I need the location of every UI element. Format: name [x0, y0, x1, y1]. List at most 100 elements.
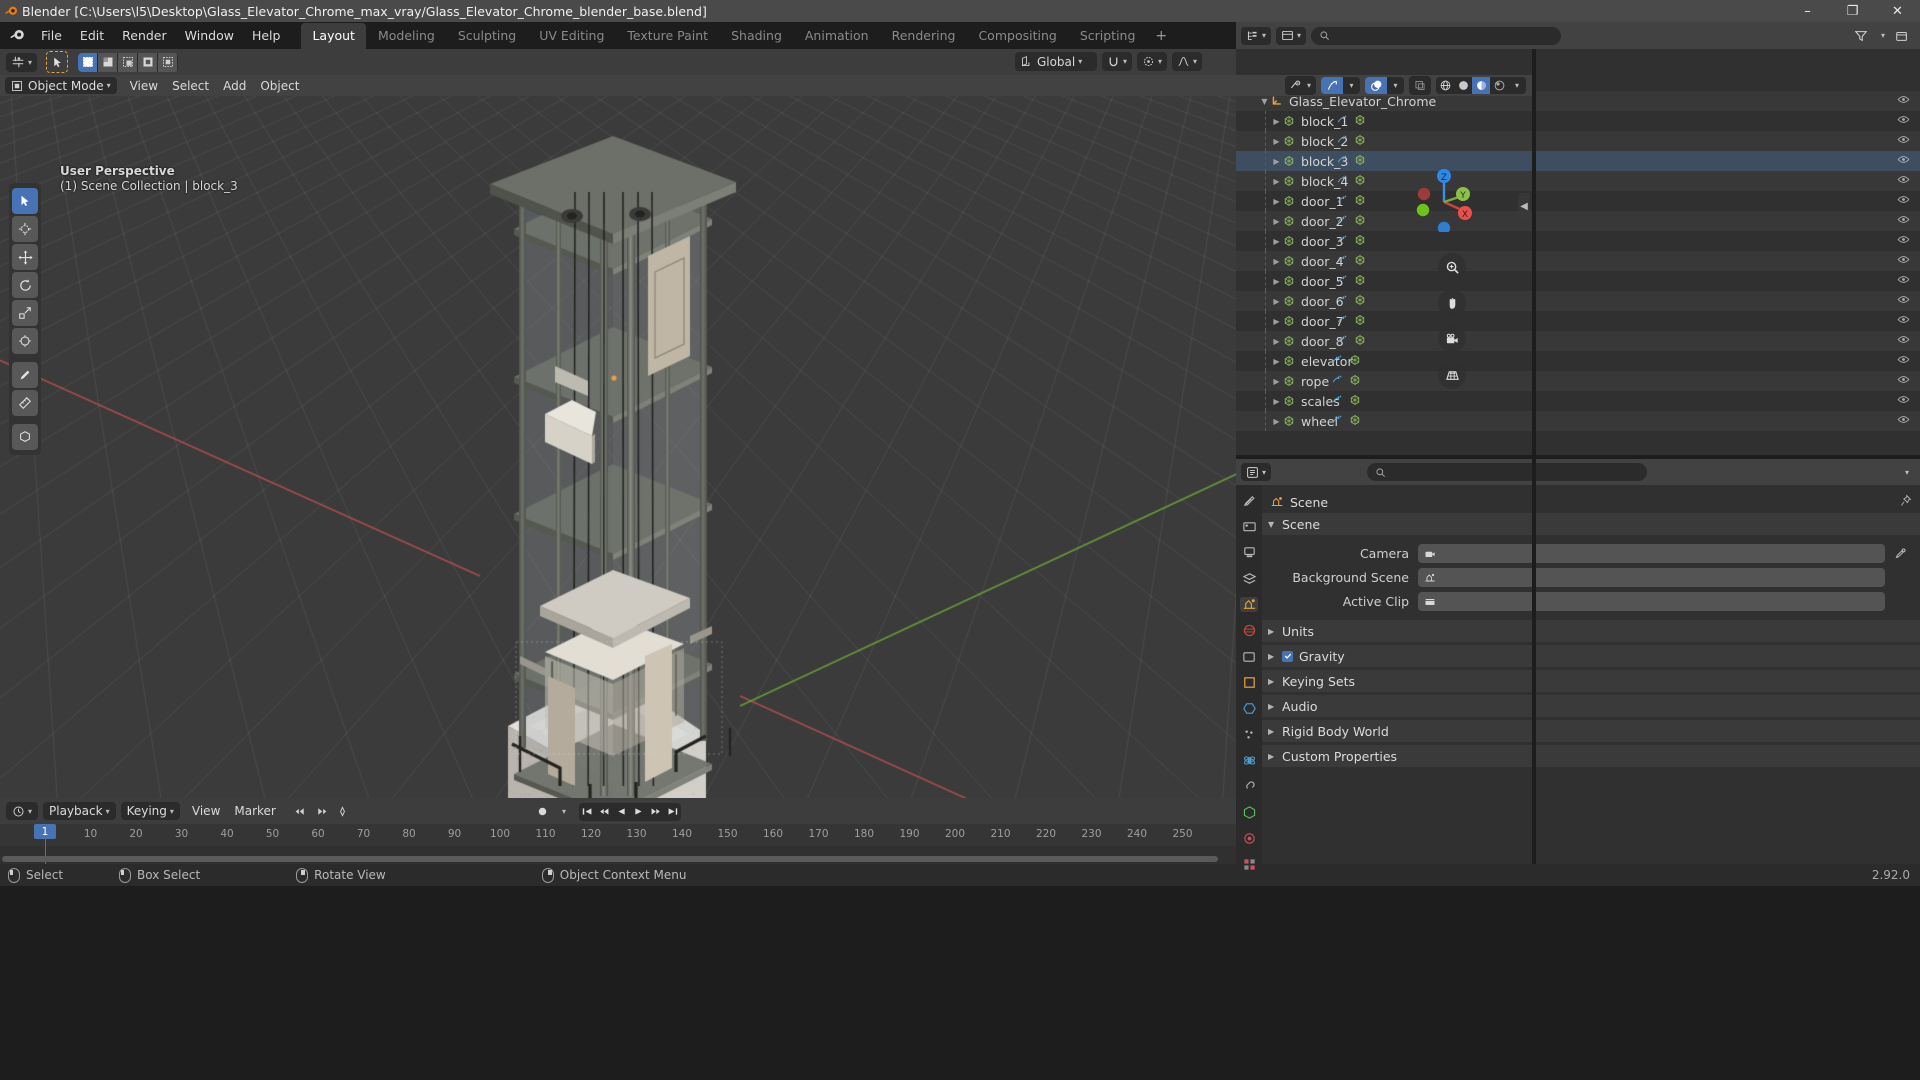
panel-keying-sets[interactable]: ▶ Keying Sets: [1262, 670, 1920, 692]
proportional-editing-button[interactable]: ▾: [1137, 52, 1167, 71]
active-clip-field[interactable]: [1418, 592, 1885, 611]
viewport-navigation-gizmo[interactable]: Z X Y: [1408, 160, 1480, 232]
filter-icon[interactable]: [1852, 26, 1871, 45]
object-triangle-icon[interactable]: ▶: [1270, 337, 1283, 346]
object-modifier-icon[interactable]: [1336, 274, 1348, 289]
outliner-row-door_7[interactable]: ▶ door_7: [1236, 311, 1920, 331]
outliner-row-rope[interactable]: ▶ rope: [1236, 371, 1920, 391]
object-triangle-icon[interactable]: ▶: [1270, 217, 1283, 226]
object-triangle-icon[interactable]: ▶: [1270, 177, 1283, 186]
outliner-row-block_1[interactable]: ▶ block_1: [1236, 111, 1920, 131]
jump-prev-keyframe-icon[interactable]: [291, 802, 310, 821]
outliner-search-input[interactable]: [1311, 27, 1561, 45]
object-visibility-eye-icon[interactable]: [1897, 173, 1910, 189]
panel-gravity[interactable]: ▶ Gravity: [1262, 645, 1920, 667]
outliner-row-door_6[interactable]: ▶ door_6: [1236, 291, 1920, 311]
tab-modifier-icon[interactable]: [1240, 701, 1258, 716]
tool-transform[interactable]: [12, 328, 38, 354]
object-mesh-data-icon[interactable]: [1354, 134, 1366, 149]
properties-options-caret-icon[interactable]: ▾: [1905, 468, 1909, 477]
object-mesh-data-icon[interactable]: [1354, 194, 1366, 209]
object-mesh-data-icon[interactable]: [1354, 174, 1366, 189]
minimize-button[interactable]: –: [1785, 0, 1830, 22]
record-icon[interactable]: [533, 802, 552, 821]
tool-cursor[interactable]: [12, 216, 38, 242]
overlay-caret-icon[interactable]: ▾: [1387, 77, 1404, 94]
tab-physics-icon[interactable]: [1240, 753, 1258, 768]
camera-eyedropper-icon[interactable]: [1890, 544, 1910, 563]
shading-caret-icon[interactable]: ▾: [1508, 77, 1526, 94]
object-mesh-data-icon[interactable]: [1354, 254, 1366, 269]
object-triangle-icon[interactable]: ▶: [1270, 257, 1283, 266]
outliner-row-door_4[interactable]: ▶ door_4: [1236, 251, 1920, 271]
pin-icon[interactable]: [1899, 494, 1912, 510]
select-extend-icon[interactable]: [98, 53, 117, 72]
object-mesh-data-icon[interactable]: [1354, 274, 1366, 289]
tab-sculpting[interactable]: Sculpting: [447, 23, 527, 49]
object-modifier-icon[interactable]: [1336, 154, 1348, 169]
tab-object-icon[interactable]: [1240, 675, 1258, 690]
scene-panel-header[interactable]: ▼ Scene: [1262, 513, 1920, 535]
object-visibility-eye-icon[interactable]: [1897, 273, 1910, 289]
shading-wireframe-icon[interactable]: [1436, 77, 1454, 94]
properties-body[interactable]: Scene ▼ Scene Camera Background Scene Ac…: [1262, 485, 1920, 864]
object-modifier-icon[interactable]: [1331, 374, 1343, 389]
object-visibility-eye-icon[interactable]: [1897, 133, 1910, 149]
tab-shading[interactable]: Shading: [720, 23, 793, 49]
tab-compositing[interactable]: Compositing: [967, 23, 1067, 49]
panel-units[interactable]: ▶ Units: [1262, 620, 1920, 642]
outliner-row-wheel[interactable]: ▶ wheel: [1236, 411, 1920, 431]
auto-key-icon[interactable]: [333, 802, 352, 821]
viewport-menu-view[interactable]: View: [123, 77, 165, 95]
object-mesh-data-icon[interactable]: [1349, 394, 1361, 409]
outliner-display-mode-button[interactable]: ▾: [1276, 27, 1306, 45]
tab-collection-icon[interactable]: [1240, 649, 1258, 664]
object-triangle-icon[interactable]: ▶: [1270, 357, 1283, 366]
show-gizmo-icon[interactable]: [1321, 77, 1343, 94]
object-triangle-icon[interactable]: ▶: [1270, 297, 1283, 306]
outliner-row-elevator[interactable]: ▶ elevator: [1236, 351, 1920, 371]
show-overlays-icon[interactable]: [1365, 77, 1387, 94]
object-interaction-mode-dropdown[interactable]: Object Mode ▾: [5, 77, 117, 94]
object-mesh-data-icon[interactable]: [1354, 294, 1366, 309]
object-visibility-eye-icon[interactable]: [1897, 153, 1910, 169]
tab-animation[interactable]: Animation: [794, 23, 880, 49]
object-modifier-icon[interactable]: [1336, 214, 1348, 229]
timeline-playhead[interactable]: 1: [34, 824, 56, 839]
properties-editor-type-button[interactable]: ▾: [1241, 463, 1271, 481]
object-modifier-icon[interactable]: [1336, 254, 1348, 269]
object-triangle-icon[interactable]: ▶: [1270, 157, 1283, 166]
object-mesh-data-icon[interactable]: [1354, 154, 1366, 169]
tool-move[interactable]: [12, 244, 38, 270]
object-modifier-icon[interactable]: [1336, 314, 1348, 329]
outliner-tree[interactable]: ▼Scene Collection▼Glass_Elevator_Chrome▶…: [1236, 71, 1920, 459]
tab-render-icon[interactable]: [1240, 519, 1258, 534]
menu-edit[interactable]: Edit: [71, 25, 113, 46]
outliner-row-door_8[interactable]: ▶ door_8: [1236, 331, 1920, 351]
object-visibility-eye-icon[interactable]: [1897, 333, 1910, 349]
object-modifier-icon[interactable]: [1331, 394, 1343, 409]
close-button[interactable]: ✕: [1875, 0, 1920, 22]
jump-to-end-button[interactable]: [664, 803, 681, 821]
timeline-horizontal-scrollbar[interactable]: [2, 856, 1218, 862]
camera-view-icon[interactable]: [1438, 325, 1466, 353]
object-modifier-icon[interactable]: [1336, 174, 1348, 189]
timeline-menu-playback[interactable]: Playback ▾: [43, 802, 116, 820]
object-triangle-icon[interactable]: ▶: [1270, 117, 1283, 126]
object-modifier-icon[interactable]: [1336, 194, 1348, 209]
panel-audio[interactable]: ▶ Audio: [1262, 695, 1920, 717]
tool-settings-editor-type-button[interactable]: ▾: [6, 53, 37, 72]
next-keyframe-button[interactable]: [647, 803, 664, 821]
toggle-perspective-icon[interactable]: [1438, 361, 1466, 389]
menu-help[interactable]: Help: [243, 25, 290, 46]
menu-window[interactable]: Window: [176, 25, 243, 46]
object-visibility-eye-icon[interactable]: [1897, 233, 1910, 249]
tab-data-icon[interactable]: [1240, 805, 1258, 820]
select-set-icon[interactable]: [78, 53, 97, 72]
object-triangle-icon[interactable]: ▶: [1270, 137, 1283, 146]
tab-tool-icon[interactable]: [1240, 493, 1258, 508]
pan-hand-icon[interactable]: [1438, 289, 1466, 317]
timeline-menu-view[interactable]: View: [185, 802, 227, 820]
jump-next-keyframe-icon[interactable]: [312, 802, 331, 821]
outliner-row-door_5[interactable]: ▶ door_5: [1236, 271, 1920, 291]
